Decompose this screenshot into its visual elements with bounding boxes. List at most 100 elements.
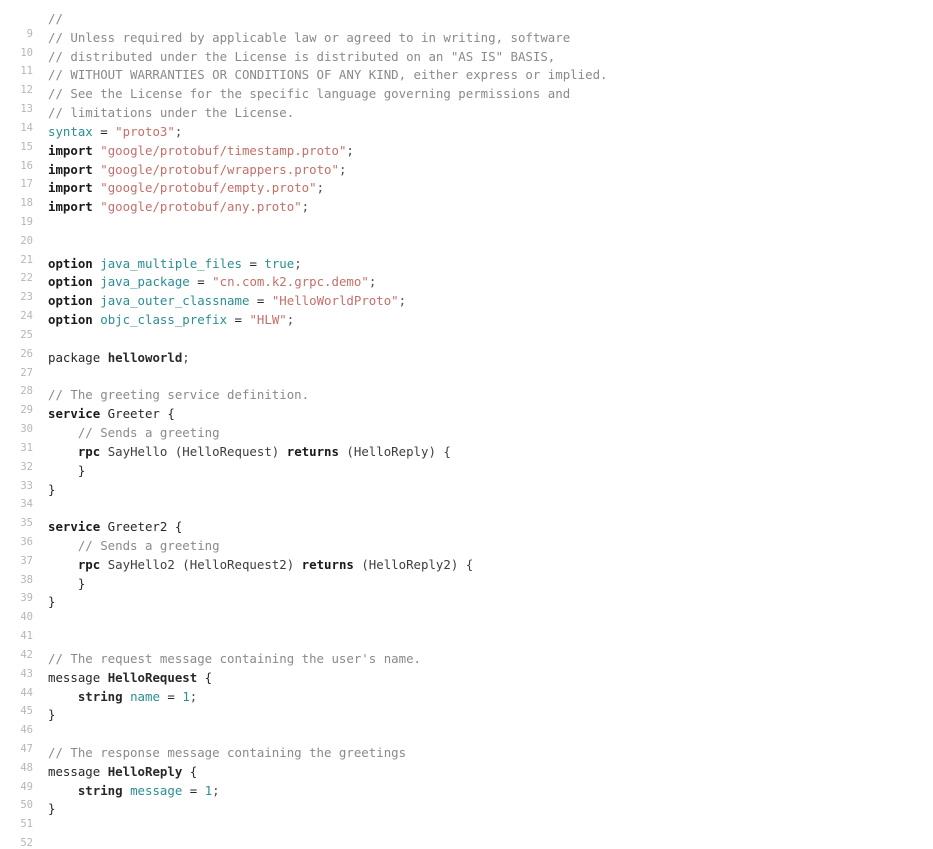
- token-punct: ;: [338, 161, 347, 177]
- token-comment: // Sends a greeting: [48, 425, 220, 441]
- token-punct: ;: [212, 782, 220, 798]
- token-ident: syntax: [48, 123, 93, 139]
- token-literal: true: [264, 255, 295, 271]
- code-line[interactable]: import "google/protobuf/wrappers.proto";: [48, 161, 347, 177]
- token-keyword: import: [48, 199, 93, 215]
- token-comment: // See the License for the specific lang…: [48, 86, 571, 102]
- code-line[interactable]: option objc_class_prefix = "HLW";: [48, 313, 294, 327]
- line-number: 36: [20, 535, 33, 548]
- token-comment: // Sends a greeting: [48, 537, 220, 553]
- line-number: 52: [20, 837, 33, 849]
- token-keyword: rpc: [77, 443, 101, 459]
- line-number: 30: [20, 423, 33, 436]
- code-line[interactable]: package helloworld;: [48, 349, 190, 365]
- line-number: 46: [20, 724, 33, 737]
- token-plain: }: [48, 801, 56, 817]
- code-line[interactable]: // Sends a greeting: [48, 537, 220, 553]
- code-line[interactable]: option java_multiple_files = true;: [48, 255, 302, 271]
- token-plain: Greeter2 {: [100, 519, 183, 535]
- token-name: SayHello2 (HelloRequest2): [100, 556, 302, 572]
- code-line[interactable]: service Greeter {: [48, 407, 175, 421]
- token-name: (HelloReply2) {: [353, 556, 474, 572]
- token-comment: // distributed under the License is dist…: [48, 48, 556, 64]
- code-line[interactable]: // distributed under the License is dist…: [48, 48, 556, 64]
- token-plain: =: [92, 123, 116, 139]
- token-punct: ;: [368, 274, 377, 290]
- code-line[interactable]: import "google/protobuf/any.proto";: [48, 200, 309, 214]
- token-keyword: option: [48, 312, 93, 328]
- code-line[interactable]: }: [48, 463, 85, 478]
- line-number: 42: [20, 648, 33, 661]
- code-line[interactable]: // The request message containing the us…: [48, 651, 421, 666]
- code-line[interactable]: // limitations under the License.: [48, 106, 294, 120]
- code-line[interactable]: // The greeting service definition.: [48, 388, 309, 402]
- code-line[interactable]: // See the License for the specific lang…: [48, 87, 570, 101]
- code-line[interactable]: }: [48, 595, 55, 609]
- code-line[interactable]: // The response message containing the g…: [48, 744, 407, 760]
- line-number: 23: [20, 291, 33, 304]
- line-number: 22: [20, 272, 33, 285]
- token-ident: message: [130, 782, 183, 798]
- line-number: 14: [20, 121, 33, 134]
- token-plain: =: [189, 274, 213, 290]
- line-number: 39: [20, 592, 33, 605]
- token-keyword: option: [48, 255, 93, 271]
- token-plain: package: [48, 349, 108, 365]
- line-number-gutter[interactable]: 9 10 11 12 13 14 15 16 17 18 19 20 21 22 23 24 25 26 27 28 2…: [0, 0, 40, 849]
- token-string: "cn.com.k2.grpc.demo": [212, 274, 369, 290]
- token-plain: }: [48, 575, 86, 591]
- line-number: 32: [20, 460, 33, 473]
- token-plain: message: [48, 763, 108, 779]
- code-line[interactable]: string name = 1;: [48, 688, 198, 704]
- line-number: 40: [20, 611, 33, 624]
- token-comment: //: [48, 11, 63, 26]
- line-number: 44: [20, 686, 33, 699]
- token-comment: // The greeting service definition.: [48, 387, 310, 403]
- token-keyword: returns: [301, 556, 354, 572]
- token-string: "google/protobuf/empty.proto": [100, 180, 317, 196]
- token-punct: ;: [286, 312, 295, 328]
- token-plain: =: [249, 293, 272, 309]
- code-line[interactable]: // WITHOUT WARRANTIES OR CONDITIONS OF A…: [48, 68, 608, 82]
- code-line[interactable]: }: [48, 482, 55, 497]
- token-string: "google/protobuf/timestamp.proto": [100, 142, 347, 158]
- line-number: 45: [20, 705, 33, 718]
- token-punct: ;: [301, 199, 310, 215]
- token-string: "proto3": [115, 123, 175, 139]
- line-number: 11: [20, 65, 33, 78]
- code-line[interactable]: syntax = "proto3";: [48, 123, 182, 139]
- code-line[interactable]: // Unless required by applicable law or …: [48, 30, 570, 45]
- line-number: 35: [20, 517, 33, 530]
- token-keyword: rpc: [77, 556, 101, 572]
- code-line[interactable]: //: [48, 12, 63, 26]
- line-number: 26: [20, 347, 33, 360]
- code-line[interactable]: message HelloRequest {: [48, 670, 212, 685]
- code-line[interactable]: string message = 1;: [48, 782, 220, 798]
- code-line[interactable]: service Greeter2 {: [48, 520, 182, 534]
- token-comment: // The response message containing the g…: [48, 744, 407, 760]
- code-line[interactable]: option java_outer_classname = "HelloWorl…: [48, 294, 406, 308]
- code-line[interactable]: }: [48, 575, 86, 591]
- code-line[interactable]: import "google/protobuf/empty.proto";: [48, 181, 324, 195]
- code-line[interactable]: message HelloReply {: [48, 763, 198, 779]
- line-number: 12: [20, 84, 33, 97]
- code-line[interactable]: import "google/protobuf/timestamp.proto"…: [48, 142, 354, 158]
- code-line[interactable]: rpc SayHello (HelloRequest) returns (Hel…: [48, 443, 451, 459]
- code-line[interactable]: // Sends a greeting: [48, 426, 220, 440]
- code-content-area[interactable]: // // Unless required by applicable law o…: [48, 0, 933, 816]
- line-number: 27: [20, 366, 33, 379]
- code-editor[interactable]: 9 10 11 12 13 14 15 16 17 18 19 20 21 22 23 24 25 26 27 28 2…: [0, 0, 933, 849]
- token-punct: ;: [189, 688, 198, 704]
- line-number: 20: [20, 234, 33, 247]
- code-line[interactable]: option java_package = "cn.com.k2.grpc.de…: [48, 275, 376, 289]
- token-keyword: service: [48, 406, 101, 422]
- token-type: HelloReply: [107, 763, 183, 779]
- code-line[interactable]: rpc SayHello2 (HelloRequest2) returns (H…: [48, 556, 474, 572]
- token-plain: {: [182, 763, 198, 779]
- token-plain: =: [159, 688, 183, 704]
- code-line[interactable]: }: [48, 802, 55, 816]
- token-plain: =: [241, 255, 265, 271]
- line-number: 43: [20, 667, 33, 680]
- code-line[interactable]: }: [48, 708, 55, 722]
